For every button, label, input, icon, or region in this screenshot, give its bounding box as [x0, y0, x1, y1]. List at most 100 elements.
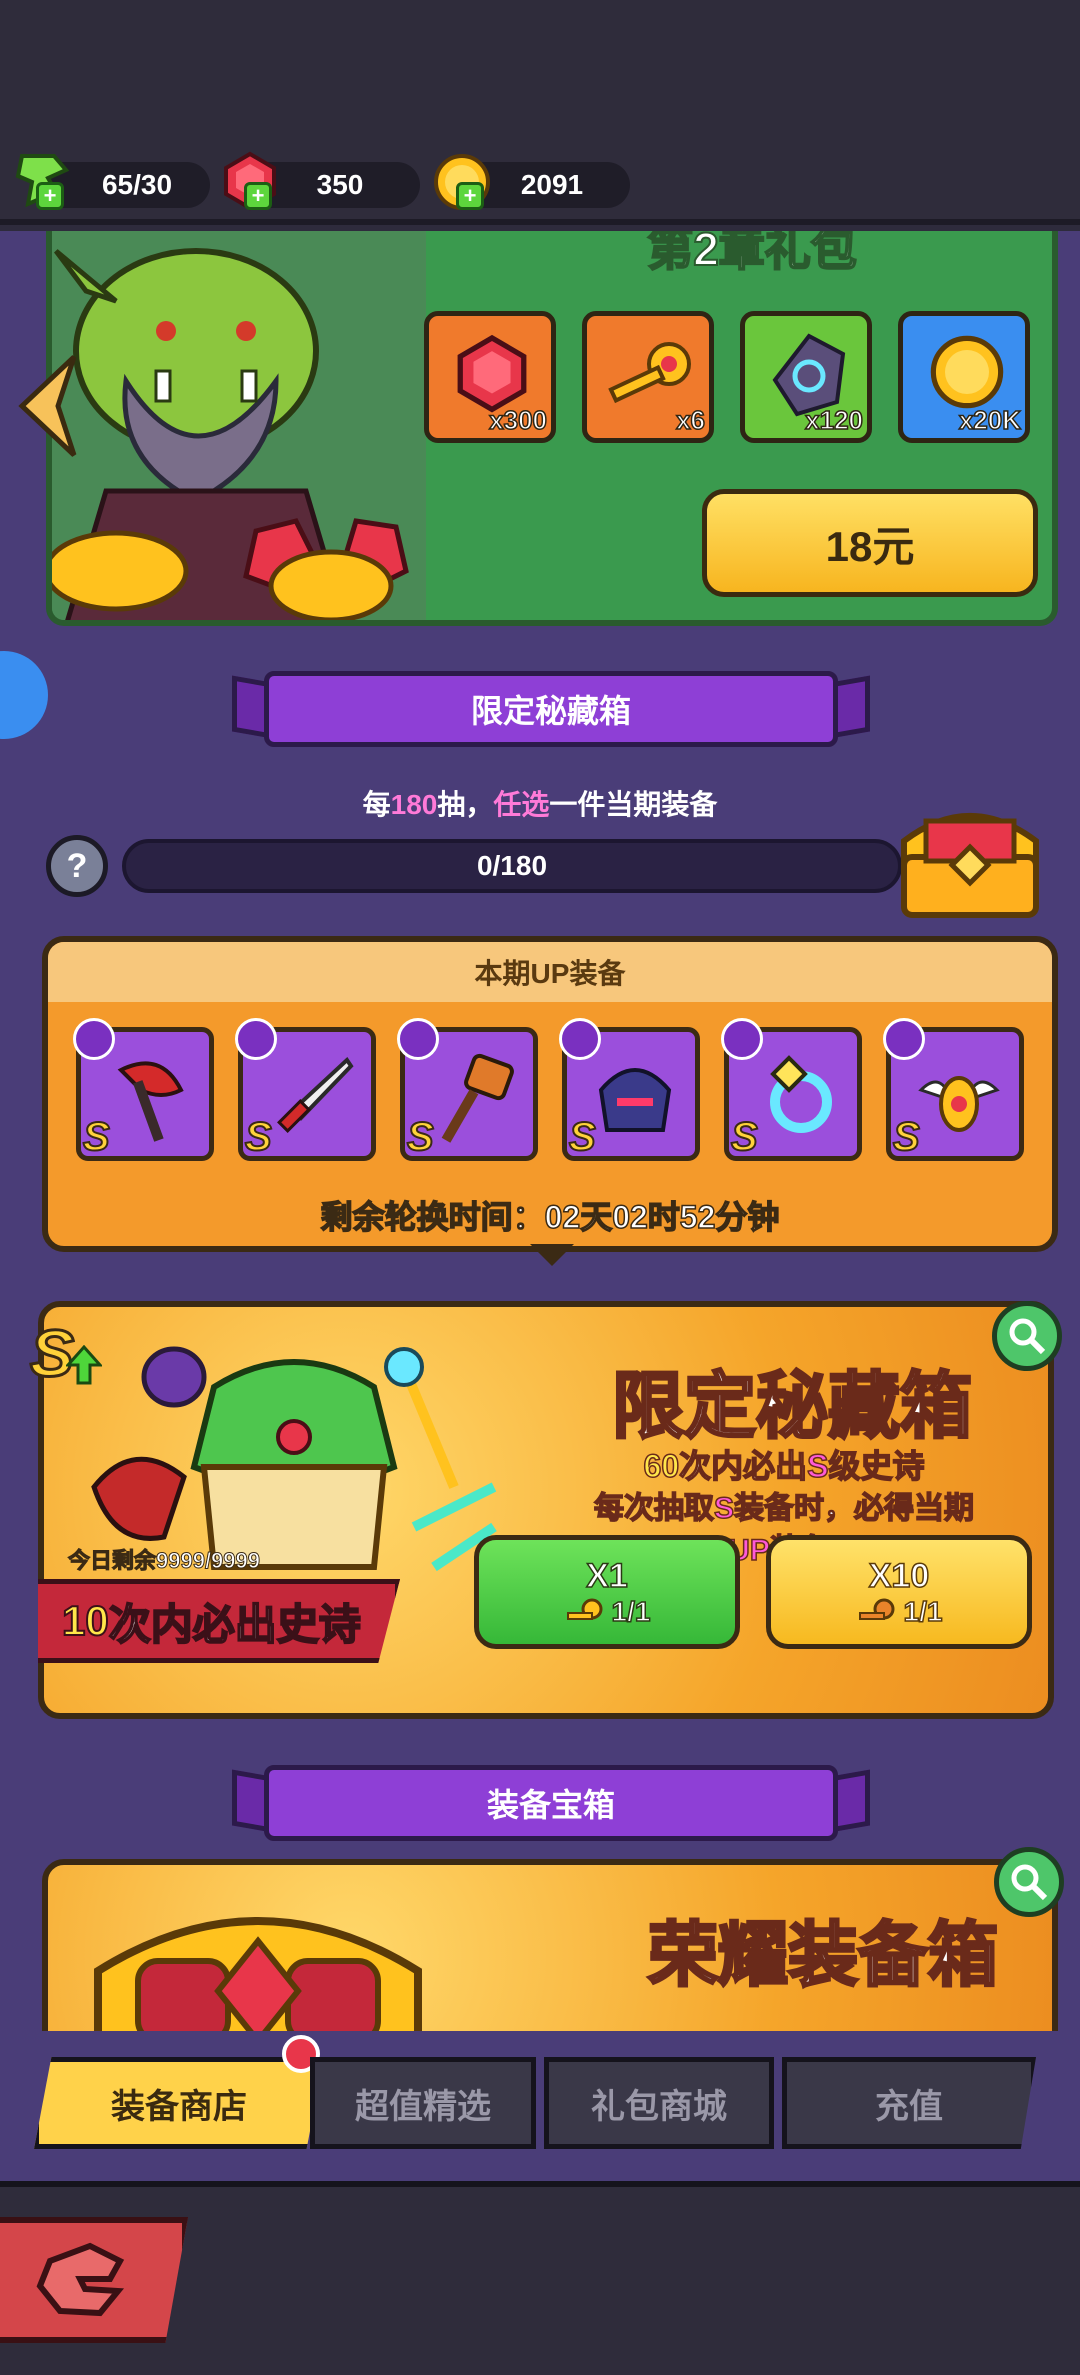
reward-coin[interactable]: x20K	[898, 311, 1030, 443]
winged-amulet-icon	[918, 1076, 1000, 1132]
draw-cost: 1/1	[564, 1595, 651, 1628]
pack-title: 第2章礼包	[646, 231, 858, 276]
key-icon	[608, 342, 691, 404]
desc-text: 一件当期装备	[549, 789, 718, 820]
grade-s-badge: S	[406, 1114, 435, 1160]
up-equipment-panel: 本期UP装备 S S S S S S 剩余轮换时间：02天02时52分钟	[42, 936, 1058, 1252]
banner-number: 10	[61, 1596, 110, 1645]
epic-guarantee-banner: 10 次内必出 史诗	[38, 1579, 400, 1663]
reward-gem[interactable]: x300	[424, 311, 556, 443]
energy-add-button[interactable]: +	[36, 182, 64, 210]
shop-tab-bar: 装备商店 超值精选 礼包商城 充值	[0, 2031, 1080, 2181]
banner-highlight: 史诗	[276, 1600, 362, 1649]
rotation-timer: 剩余轮换时间：02天02时52分钟	[320, 1198, 780, 1236]
daily-remaining: 今日剩余9999/9999	[68, 1548, 261, 1574]
up-equip-amulet[interactable]: S	[883, 1018, 1024, 1161]
up-equip-sword[interactable]: S	[235, 1018, 376, 1161]
tab-value-picks[interactable]: 超值精选	[310, 2057, 536, 2149]
desc-number: 180	[390, 789, 438, 820]
tab-label: 充值	[875, 2087, 943, 2126]
reward-key[interactable]: x6	[582, 311, 714, 443]
bottom-bar	[0, 2181, 1080, 2375]
sword-icon	[277, 1056, 354, 1133]
dark-helmet-icon	[598, 1068, 672, 1132]
key-icon	[566, 1598, 603, 1620]
gear-box-section-ribbon: 装备宝箱	[264, 1765, 838, 1841]
help-button[interactable]: ?	[46, 835, 108, 897]
up-panel-title: 本期UP装备	[48, 942, 1052, 1002]
chest-line1: 60次内必出S级史诗	[514, 1441, 1054, 1487]
hammer-icon	[441, 1053, 514, 1143]
floating-bubble[interactable]	[0, 651, 48, 739]
tab-recharge[interactable]: 充值	[782, 2057, 1036, 2149]
reward-qty: x300	[488, 404, 547, 436]
key-icon	[858, 1598, 895, 1620]
line-text: 当期	[913, 1491, 975, 1526]
game-logo-icon	[36, 2242, 125, 2317]
draw-count-label: X1	[585, 1556, 628, 1596]
glory-gear-box-card[interactable]: 荣耀装备箱	[42, 1859, 1058, 2031]
desc-highlight: 任选	[493, 789, 550, 820]
coin-value: 2091	[520, 169, 584, 200]
reward-qty: x120	[804, 404, 863, 436]
line-text: 次内必出	[678, 1447, 808, 1485]
draw-x1-button[interactable]: X1 1/1	[474, 1535, 740, 1649]
progress-text: 0/180	[476, 850, 548, 881]
arrow-up-icon	[66, 1345, 102, 1385]
up-equip-hammer[interactable]: S	[397, 1018, 538, 1161]
limited-chest-panel: S 限定秘藏箱 60次内必出S级史诗 每次抽取S装备时，必得当期 UP装备! 今…	[28, 1301, 1062, 1719]
chapter-pack-card: 第2章礼包 x300 x6 x120 x20K 18元	[46, 231, 1058, 626]
desc-text: 抽，	[437, 789, 494, 820]
ring-icon	[770, 1055, 832, 1133]
banner-text: 次内必出	[108, 1600, 278, 1649]
help-icon: ?	[66, 846, 88, 885]
line-highlight: S装备	[713, 1491, 795, 1526]
desc-text: 每	[362, 789, 391, 820]
glory-box-title: 荣耀装备箱	[647, 1915, 1000, 1996]
coin-add-button[interactable]: +	[456, 182, 484, 210]
game-menu-button[interactable]	[0, 2217, 188, 2343]
cost-text: 1/1	[611, 1595, 651, 1628]
red-axe-icon	[117, 1061, 184, 1142]
grade-s-badge: S	[568, 1114, 597, 1160]
up-equip-helmet[interactable]: S	[559, 1018, 700, 1161]
grade-s-badge: S	[82, 1114, 111, 1160]
gear-box-detail-button[interactable]	[994, 1847, 1064, 1917]
s-upgrade-badge: S	[28, 1315, 102, 1392]
reward-stone[interactable]: x120	[740, 311, 872, 443]
line-number: 60	[643, 1447, 680, 1485]
tab-label: 装备商店	[111, 2087, 247, 2126]
cost-text: 1/1	[903, 1595, 943, 1628]
tab-pack-mall[interactable]: 礼包商城	[544, 2057, 774, 2149]
up-equip-axe-red[interactable]: S	[73, 1018, 214, 1161]
previous-pack-arrow-icon[interactable]	[14, 351, 80, 461]
orc-character-image	[52, 231, 426, 620]
chest-detail-button[interactable]	[992, 1301, 1062, 1371]
reward-qty: x20K	[958, 404, 1022, 436]
panel-pointer	[530, 1244, 574, 1266]
chest-line2: 每次抽取S装备时，必得当期	[514, 1483, 1054, 1527]
tab-label: 礼包商城	[591, 2087, 727, 2126]
magnifier-icon	[1009, 1318, 1046, 1355]
coin-icon	[930, 335, 1004, 409]
line-highlight: S级史诗	[806, 1447, 925, 1485]
energy-value: 65/30	[101, 169, 173, 200]
gem-add-button[interactable]: +	[244, 182, 272, 210]
magnifier-icon	[1011, 1864, 1048, 1901]
pack-buy-button[interactable]: 18元	[702, 489, 1038, 597]
draw-x10-button[interactable]: X10 1/1	[766, 1535, 1032, 1649]
up-equip-ring[interactable]: S	[721, 1018, 862, 1161]
line-highlight: 必得	[853, 1491, 915, 1526]
limited-section-ribbon: 限定秘藏箱	[264, 671, 838, 747]
gem-value: 350	[316, 169, 364, 200]
draw-progress-bar: 0/180	[122, 839, 902, 893]
tab-equipment-shop[interactable]: 装备商店	[34, 2057, 324, 2149]
draw-cost: 1/1	[856, 1595, 943, 1628]
reward-chest-icon[interactable]	[890, 791, 1050, 931]
shop-scroll-area[interactable]: 第2章礼包 x300 x6 x120 x20K 18元 限定秘藏箱 每180抽，…	[0, 231, 1080, 2031]
grade-s-badge: S	[244, 1114, 273, 1160]
line-text: 每次抽取	[593, 1491, 715, 1526]
line-text: 时，	[793, 1491, 855, 1526]
grade-s-badge: S	[892, 1114, 921, 1160]
reward-qty: x6	[675, 404, 705, 436]
